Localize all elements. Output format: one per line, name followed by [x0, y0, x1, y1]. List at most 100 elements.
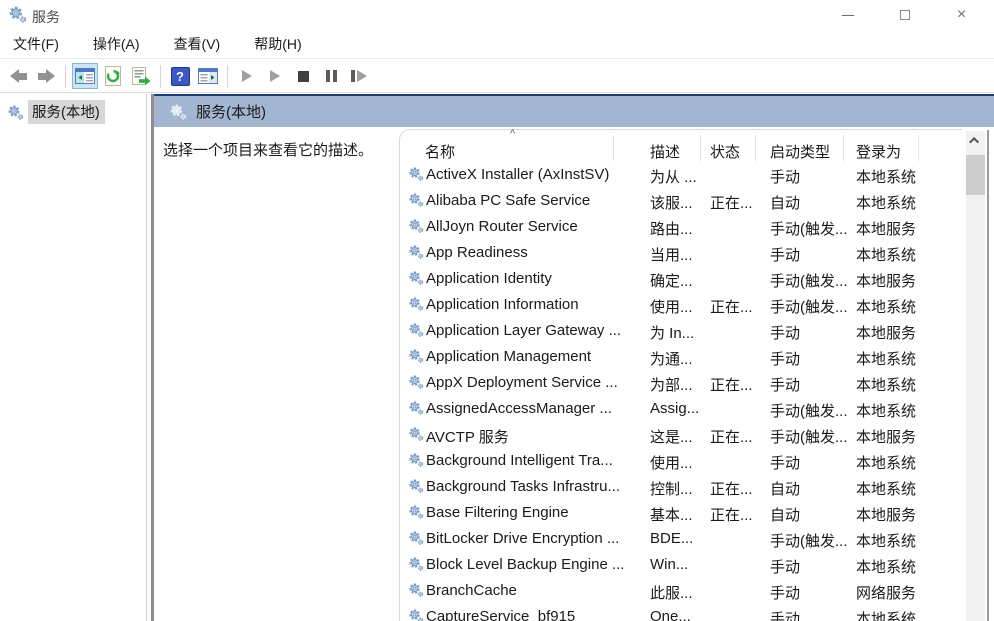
sidebar-item-services-local[interactable]: 服务(本地)	[0, 101, 146, 123]
service-gear-icon	[408, 426, 424, 442]
service-name: Background Intelligent Tra...	[426, 452, 613, 469]
service-startup-type: 自动	[770, 504, 800, 525]
service-gear-icon-slot	[408, 244, 424, 260]
table-row[interactable]: AllJoyn Router Service 路由... 手动(触发... 本地…	[400, 215, 962, 241]
service-name: AVCTP 服务	[426, 426, 509, 447]
table-row[interactable]: BitLocker Drive Encryption ... BDE... 手动…	[400, 527, 962, 553]
pane-header-title: 服务(本地)	[196, 101, 266, 122]
table-row[interactable]: BranchCache 此服... 手动 网络服务	[400, 579, 962, 605]
forward-button[interactable]	[33, 63, 59, 89]
service-gear-icon	[408, 322, 424, 338]
table-row[interactable]: Application Information 使用... 正在... 手动(触…	[400, 293, 962, 319]
service-logon-as: 本地系统	[856, 296, 916, 317]
column-header-logon-as[interactable]: 登录为	[856, 141, 901, 162]
table-row[interactable]: Background Intelligent Tra... 使用... 手动 本…	[400, 449, 962, 475]
menu-help[interactable]: 帮助(H)	[254, 30, 312, 58]
back-button[interactable]	[5, 63, 31, 89]
service-name: CaptureService_bf915	[426, 608, 575, 621]
maximize-button[interactable]	[876, 0, 933, 30]
pause-service-button[interactable]	[318, 63, 344, 89]
table-row[interactable]: Application Management 为通... 手动 本地系统	[400, 345, 962, 371]
service-gear-icon	[408, 556, 424, 572]
column-header-status[interactable]: 状态	[710, 141, 740, 162]
close-button[interactable]: ×	[933, 0, 990, 30]
service-description: 使用...	[650, 452, 693, 473]
show-hide-action-pane-button[interactable]	[195, 63, 221, 89]
service-startup-type: 手动(触发...	[770, 218, 848, 239]
table-row[interactable]: AssignedAccessManager ... Assig... 手动(触发…	[400, 397, 962, 423]
menu-action[interactable]: 操作(A)	[93, 30, 151, 58]
table-row[interactable]: Background Tasks Infrastru... 控制... 正在..…	[400, 475, 962, 501]
services-list-panel: ^ 名称 描述 状态 启动类型 登录为 ActiveX Installer (A…	[399, 129, 962, 621]
restart-service-button[interactable]	[346, 63, 372, 89]
pane-header: 服务(本地)	[154, 96, 994, 127]
service-gear-icon-slot	[408, 374, 424, 390]
service-description: One...	[650, 608, 691, 621]
table-row[interactable]: Alibaba PC Safe Service 该服... 正在... 自动 本…	[400, 189, 962, 215]
column-divider[interactable]	[843, 135, 844, 161]
service-name: AppX Deployment Service ...	[426, 374, 618, 391]
column-divider[interactable]	[918, 135, 919, 161]
services-app-icon	[8, 5, 27, 24]
service-startup-type: 手动	[770, 322, 800, 343]
table-row[interactable]: Application Layer Gateway ... 为 In... 手动…	[400, 319, 962, 345]
service-gear-icon-slot	[408, 608, 424, 621]
export-list-button[interactable]	[128, 63, 154, 89]
close-icon: ×	[957, 7, 966, 23]
menu-view[interactable]: 查看(V)	[174, 30, 232, 58]
minimize-button[interactable]	[819, 0, 876, 30]
vertical-scrollbar[interactable]	[966, 131, 985, 621]
table-row[interactable]: AVCTP 服务 这是... 正在... 手动(触发... 本地服务	[400, 423, 962, 449]
column-divider[interactable]	[755, 135, 756, 161]
service-status: 正在...	[710, 426, 753, 447]
service-status: 正在...	[710, 478, 753, 499]
start-service-icon	[242, 70, 252, 82]
table-row[interactable]: Application Identity 确定... 手动(触发... 本地服务	[400, 267, 962, 293]
service-gear-icon-slot	[408, 270, 424, 286]
column-header-startup-type[interactable]: 启动类型	[770, 141, 830, 162]
column-header-name[interactable]: 名称	[425, 141, 455, 162]
service-startup-type: 手动	[770, 608, 800, 621]
resume-service-button[interactable]	[262, 63, 288, 89]
service-gear-icon	[408, 504, 424, 520]
service-status: 正在...	[710, 192, 753, 213]
column-header-description[interactable]: 描述	[650, 141, 680, 162]
service-name: Application Identity	[426, 270, 552, 287]
column-divider[interactable]	[613, 135, 614, 161]
menu-file[interactable]: 文件(F)	[13, 30, 70, 58]
table-row[interactable]: ActiveX Installer (AxInstSV) 为从 ... 手动 本…	[400, 163, 962, 189]
show-hide-console-tree-button[interactable]	[72, 63, 98, 89]
refresh-button[interactable]	[100, 63, 126, 89]
table-row[interactable]: AppX Deployment Service ... 为部... 正在... …	[400, 371, 962, 397]
scroll-up-button[interactable]	[966, 131, 985, 149]
service-status: 正在...	[710, 296, 753, 317]
help-button[interactable]: ?	[167, 63, 193, 89]
service-gear-icon	[408, 478, 424, 494]
column-divider[interactable]	[700, 135, 701, 161]
service-gear-icon	[408, 374, 424, 390]
service-name: App Readiness	[426, 244, 528, 261]
service-gear-icon	[408, 608, 424, 621]
stop-service-button[interactable]	[290, 63, 316, 89]
table-row[interactable]: Base Filtering Engine 基本... 正在... 自动 本地服…	[400, 501, 962, 527]
pane-splitter[interactable]	[146, 94, 154, 621]
service-logon-as: 本地服务	[856, 270, 916, 291]
service-logon-as: 本地系统	[856, 244, 916, 265]
service-gear-icon-slot	[408, 166, 424, 182]
service-gear-icon-slot	[408, 582, 424, 598]
service-gear-icon	[408, 530, 424, 546]
service-name: ActiveX Installer (AxInstSV)	[426, 166, 609, 183]
table-row[interactable]: CaptureService_bf915 One... 手动 本地系统	[400, 605, 962, 621]
title-bar[interactable]: 服务 ×	[0, 0, 994, 30]
service-name: AssignedAccessManager ...	[426, 400, 612, 417]
stop-service-icon	[298, 71, 309, 82]
table-row[interactable]: App Readiness 当用... 手动 本地系统	[400, 241, 962, 267]
start-service-button[interactable]	[234, 63, 260, 89]
sort-ascending-icon: ^	[510, 128, 515, 140]
scrollbar-thumb[interactable]	[966, 155, 985, 195]
service-startup-type: 手动	[770, 374, 800, 395]
service-gear-icon	[408, 582, 424, 598]
chevron-up-icon	[969, 136, 979, 146]
service-gear-icon-slot	[408, 296, 424, 312]
table-row[interactable]: Block Level Backup Engine ... Win... 手动 …	[400, 553, 962, 579]
